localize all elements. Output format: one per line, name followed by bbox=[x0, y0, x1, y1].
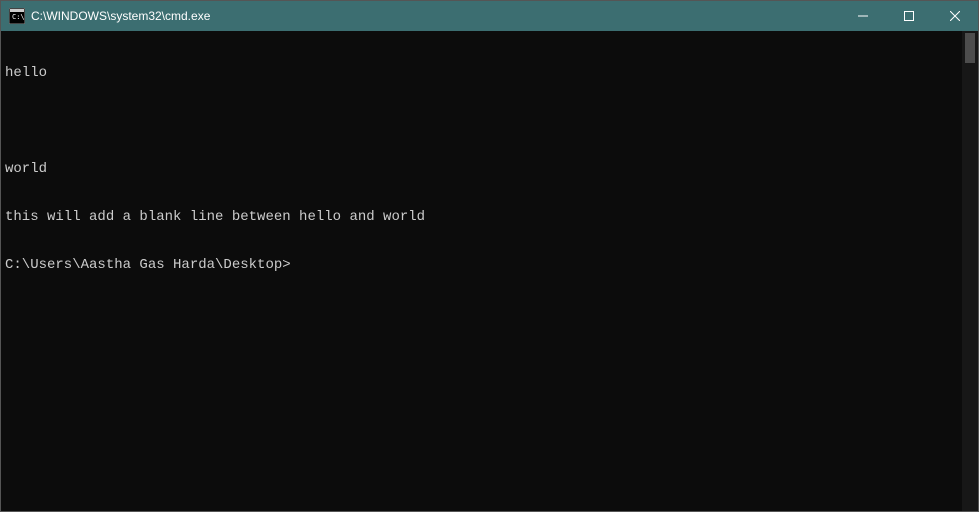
maximize-button[interactable] bbox=[886, 1, 932, 31]
output-line: hello bbox=[5, 65, 958, 81]
prompt-line: C:\Users\Aastha Gas Harda\Desktop> bbox=[5, 257, 958, 273]
output-line: world bbox=[5, 161, 958, 177]
vertical-scrollbar[interactable] bbox=[962, 31, 978, 511]
window-title: C:\WINDOWS\system32\cmd.exe bbox=[31, 9, 210, 23]
cmd-window: C:\ C:\WINDOWS\system32\cmd.exe hello wo… bbox=[0, 0, 979, 512]
output-line bbox=[5, 113, 958, 129]
terminal-area: hello world this will add a blank line b… bbox=[1, 31, 978, 511]
minimize-button[interactable] bbox=[840, 1, 886, 31]
prompt-path: C:\Users\Aastha Gas Harda\Desktop> bbox=[5, 257, 291, 273]
terminal-output[interactable]: hello world this will add a blank line b… bbox=[1, 31, 962, 511]
svg-text:C:\: C:\ bbox=[12, 13, 25, 21]
close-button[interactable] bbox=[932, 1, 978, 31]
cmd-icon: C:\ bbox=[9, 8, 25, 24]
scrollbar-thumb[interactable] bbox=[965, 33, 975, 63]
output-line: this will add a blank line between hello… bbox=[5, 209, 958, 225]
titlebar[interactable]: C:\ C:\WINDOWS\system32\cmd.exe bbox=[1, 1, 978, 31]
